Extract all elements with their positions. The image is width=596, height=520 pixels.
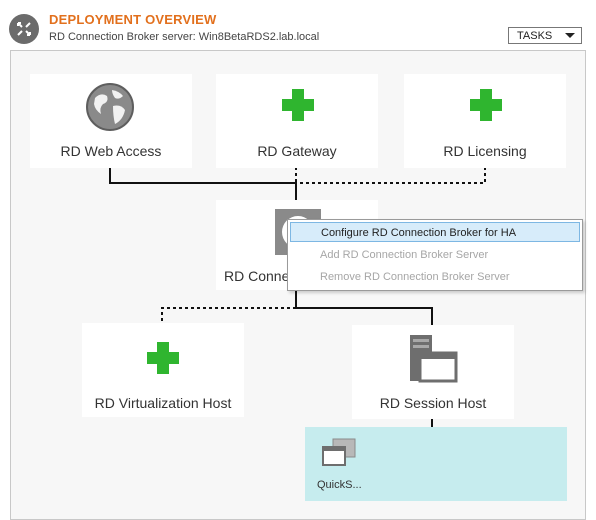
green-plus-icon [470,89,502,121]
green-plus-icon [147,342,179,374]
green-plus-icon [282,89,314,121]
globe-icon [86,83,134,131]
role-label: RD Session Host [379,395,487,411]
role-rd-virtualization-host[interactable]: RD Virtualization Host [82,323,244,417]
role-label: RD Gateway [257,143,337,159]
role-rd-session-host[interactable]: RD Session Host [352,325,514,419]
role-label: RD Virtualization Host [94,395,232,411]
session-collection-tile[interactable]: QuickS... [305,427,567,501]
windows-stack-icon [322,438,356,466]
server-icon [410,335,458,383]
role-rd-web-access[interactable]: RD Web Access [30,74,192,168]
role-rd-gateway[interactable]: RD Gateway [216,74,378,168]
role-label: RD Web Access [60,143,162,159]
context-menu: Configure RD Connection Broker for HA Ad… [287,219,583,291]
menu-item-add-broker[interactable]: Add RD Connection Broker Server [290,245,580,265]
role-label: RD Licensing [443,143,527,159]
menu-item-configure-ha[interactable]: Configure RD Connection Broker for HA [290,222,580,242]
menu-item-remove-broker[interactable]: Remove RD Connection Broker Server [290,267,580,287]
collection-label: QuickS... [317,479,362,491]
role-rd-licensing[interactable]: RD Licensing [404,74,566,168]
